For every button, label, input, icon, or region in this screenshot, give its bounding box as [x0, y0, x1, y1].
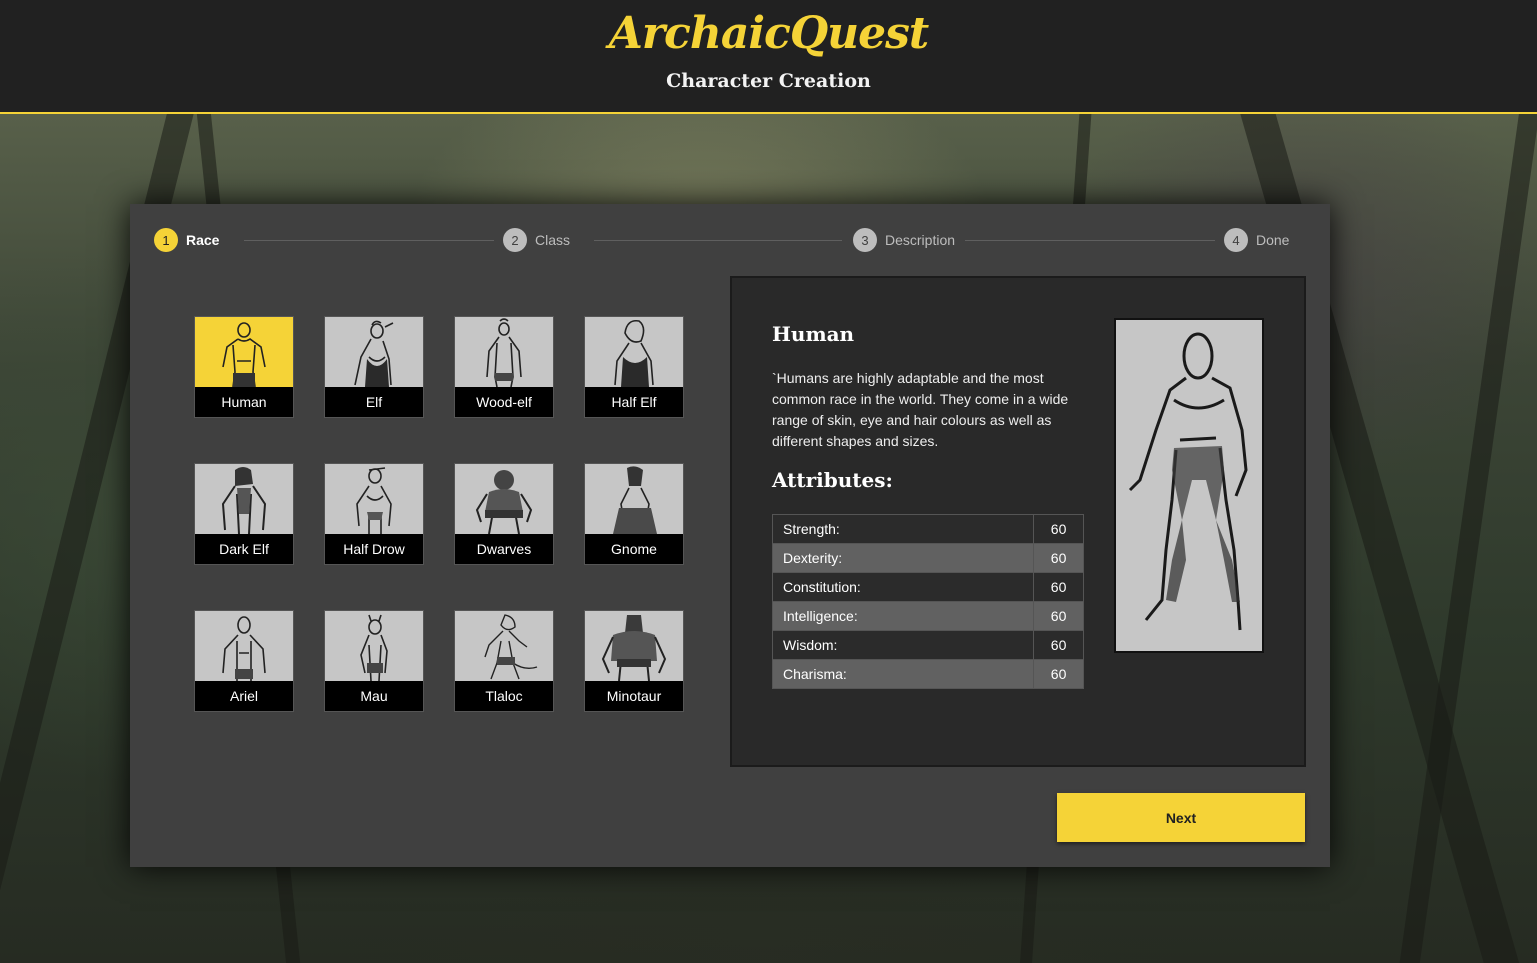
- race-portrait: [1114, 318, 1264, 653]
- table-row: Wisdom: 60: [771, 630, 1084, 660]
- page-subtitle: Character Creation: [666, 70, 871, 92]
- race-name: Human: [221, 394, 267, 410]
- step-label: Description: [885, 232, 956, 248]
- step-number: 2: [503, 228, 527, 252]
- attributes-heading: Attributes:: [772, 468, 893, 492]
- race-tile-dark-elf[interactable]: Dark Elf: [194, 463, 294, 565]
- attribute-value: 60: [1033, 659, 1084, 689]
- step-connector: [244, 240, 494, 241]
- mau-figure-icon: [325, 611, 423, 681]
- table-row: Charisma: 60: [771, 659, 1084, 689]
- race-name: Half Elf: [611, 394, 657, 410]
- race-tile-half-elf[interactable]: Half Elf: [584, 316, 684, 418]
- half-drow-figure-icon: [325, 464, 423, 534]
- race-name: Gnome: [611, 541, 657, 557]
- step-connector: [594, 240, 842, 241]
- table-row: Dexterity: 60: [771, 543, 1084, 573]
- attribute-name: Dexterity:: [771, 543, 1035, 573]
- race-tile-wood-elf[interactable]: Wood-elf: [454, 316, 554, 418]
- race-name: Dwarves: [476, 541, 532, 557]
- race-name: Ariel: [229, 688, 258, 704]
- step-label: Race: [186, 232, 220, 248]
- table-row: Intelligence: 60: [771, 601, 1084, 631]
- race-name: Half Drow: [343, 541, 405, 557]
- race-name: Wood-elf: [476, 394, 532, 410]
- step-label: Done: [1256, 232, 1290, 248]
- human-portrait-figure: [1128, 332, 1248, 631]
- half-elf-figure-icon: [585, 317, 683, 387]
- attribute-value: 60: [1033, 630, 1084, 660]
- race-title: Human: [772, 322, 855, 346]
- app-header: ArchaicQuest Character Creation: [0, 0, 1537, 114]
- race-tile-ariel[interactable]: Ariel: [194, 610, 294, 712]
- race-detail-panel: Human `Humans are highly adaptable and t…: [730, 276, 1306, 767]
- race-name: Tlaloc: [485, 688, 523, 704]
- gnome-figure-icon: [585, 464, 683, 534]
- race-tile-half-drow[interactable]: Half Drow: [324, 463, 424, 565]
- step-label: Class: [535, 232, 571, 248]
- step-done[interactable]: 4 Done: [1224, 228, 1289, 252]
- attribute-name: Charisma:: [771, 659, 1035, 689]
- race-name: Mau: [360, 688, 388, 704]
- step-class[interactable]: 2 Class: [503, 228, 570, 252]
- stepper: 1 Race 2 Class 3 Description 4 Done: [130, 204, 1330, 276]
- attribute-name: Wisdom:: [771, 630, 1035, 660]
- step-connector: [965, 240, 1215, 241]
- step-number: 4: [1224, 228, 1248, 252]
- race-name: Minotaur: [606, 688, 662, 704]
- attribute-name: Intelligence:: [771, 601, 1035, 631]
- race-tile-gnome[interactable]: Gnome: [584, 463, 684, 565]
- human-figure-icon: [195, 317, 293, 387]
- app-logo: ArchaicQuest: [608, 8, 930, 59]
- attribute-value: 60: [1033, 572, 1084, 602]
- race-tile-human[interactable]: Human: [194, 316, 294, 418]
- attribute-name: Constitution:: [771, 572, 1035, 602]
- race-tile-mau[interactable]: Mau: [324, 610, 424, 712]
- table-row: Constitution: 60: [771, 572, 1084, 602]
- race-description: `Humans are highly adaptable and the mos…: [772, 370, 1069, 449]
- elf-figure-icon: [325, 317, 423, 387]
- attribute-value: 60: [1033, 601, 1084, 631]
- attribute-value: 60: [1033, 514, 1084, 544]
- character-creation-card: 1 Race 2 Class 3 Description 4 Done Huma…: [130, 204, 1330, 867]
- race-tile-dwarves[interactable]: Dwarves: [454, 463, 554, 565]
- step-race[interactable]: 1 Race: [154, 228, 219, 252]
- attribute-name: Strength:: [771, 514, 1035, 544]
- dwarf-figure-icon: [455, 464, 553, 534]
- step-number: 1: [154, 228, 178, 252]
- attributes-table: Strength: 60 Dexterity: 60 Constitution:…: [771, 514, 1084, 689]
- minotaur-figure-icon: [585, 611, 683, 681]
- race-name: Elf: [365, 394, 383, 410]
- tlaloc-figure-icon: [455, 611, 553, 681]
- attribute-value: 60: [1033, 543, 1084, 573]
- ariel-figure-icon: [195, 611, 293, 681]
- wood-elf-figure-icon: [455, 317, 553, 387]
- next-button[interactable]: Next: [1057, 793, 1305, 842]
- table-row: Strength: 60: [771, 514, 1084, 544]
- step-description[interactable]: 3 Description: [853, 228, 955, 252]
- race-name: Dark Elf: [219, 541, 269, 557]
- dark-elf-figure-icon: [195, 464, 293, 534]
- step-number: 3: [853, 228, 877, 252]
- race-tile-elf[interactable]: Elf: [324, 316, 424, 418]
- race-tile-minotaur[interactable]: Minotaur: [584, 610, 684, 712]
- race-tile-tlaloc[interactable]: Tlaloc: [454, 610, 554, 712]
